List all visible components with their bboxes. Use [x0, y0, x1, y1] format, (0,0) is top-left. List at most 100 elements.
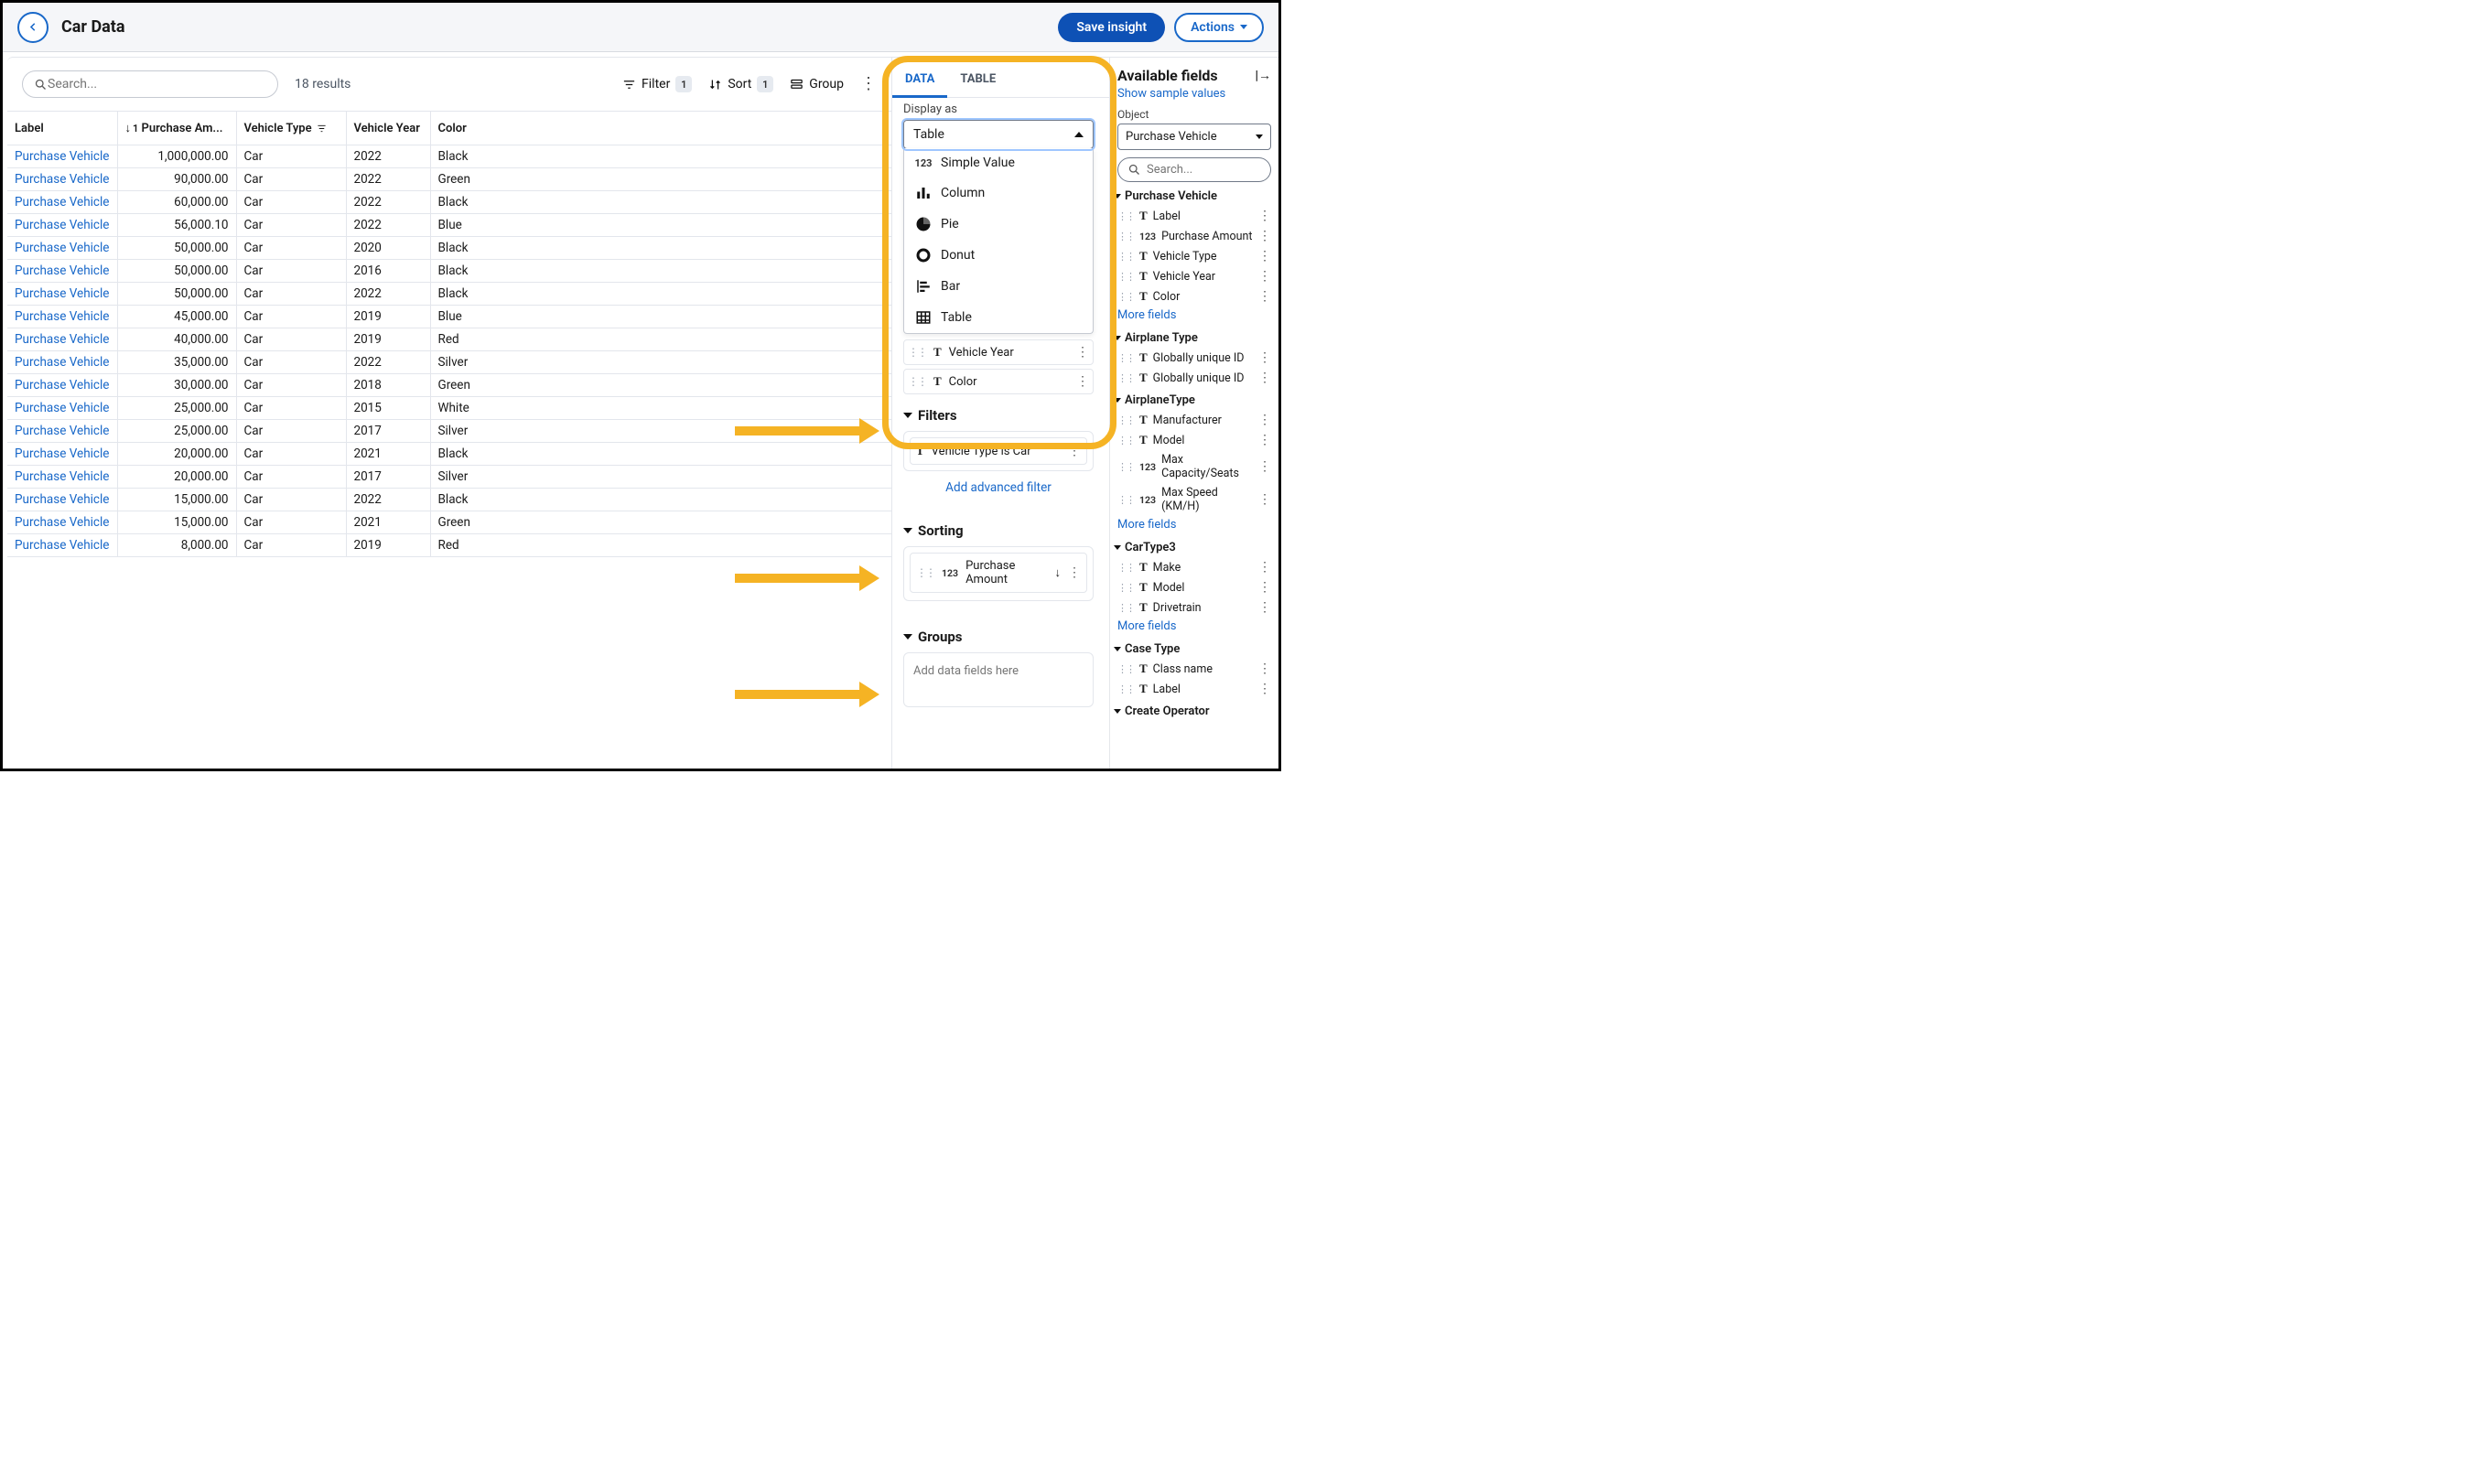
- drag-handle-icon[interactable]: ⋮⋮: [1117, 372, 1134, 384]
- filter-tool[interactable]: Filter 1: [622, 76, 692, 92]
- save-insight-button[interactable]: Save insight: [1058, 13, 1165, 42]
- field-menu[interactable]: ⋮: [1258, 269, 1271, 284]
- cell-label[interactable]: Purchase Vehicle: [7, 214, 117, 237]
- drag-handle-icon[interactable]: ⋮⋮: [1117, 683, 1134, 695]
- field-menu[interactable]: ⋮: [1258, 580, 1271, 595]
- cell-label[interactable]: Purchase Vehicle: [7, 260, 117, 283]
- field-group-header[interactable]: Purchase Vehicle: [1114, 189, 1271, 203]
- field-menu[interactable]: ⋮: [1258, 371, 1271, 385]
- field-menu[interactable]: ⋮: [1258, 413, 1271, 427]
- field-menu[interactable]: ⋮: [1258, 209, 1271, 223]
- fields-search-box[interactable]: [1117, 157, 1271, 182]
- add-advanced-filter-link[interactable]: Add advanced filter: [903, 480, 1094, 495]
- available-field[interactable]: ⋮⋮TLabel⋮: [1117, 679, 1271, 699]
- drag-handle-icon[interactable]: ⋮⋮: [1117, 602, 1134, 614]
- table-row[interactable]: Purchase Vehicle50,000.00Car2020Black: [7, 237, 891, 260]
- available-field[interactable]: ⋮⋮TDrivetrain⋮: [1117, 597, 1271, 618]
- available-field[interactable]: ⋮⋮TVehicle Type⋮: [1117, 246, 1271, 266]
- available-field[interactable]: ⋮⋮TClass name⋮: [1117, 659, 1271, 679]
- cell-label[interactable]: Purchase Vehicle: [7, 191, 117, 214]
- cell-label[interactable]: Purchase Vehicle: [7, 145, 117, 168]
- drag-handle-icon[interactable]: ⋮⋮: [908, 346, 926, 359]
- table-row[interactable]: Purchase Vehicle30,000.00Car2018Green: [7, 374, 891, 397]
- results-more-menu[interactable]: ⋮: [860, 76, 877, 92]
- drag-handle-icon[interactable]: ⋮⋮: [1117, 494, 1134, 506]
- show-sample-values-link[interactable]: Show sample values: [1117, 87, 1225, 101]
- available-field[interactable]: ⋮⋮TModel⋮: [1117, 577, 1271, 597]
- more-fields-link[interactable]: More fields: [1117, 518, 1176, 532]
- field-menu[interactable]: ⋮: [1258, 229, 1271, 243]
- available-field[interactable]: ⋮⋮TGlobally unique ID⋮: [1117, 348, 1271, 368]
- cell-label[interactable]: Purchase Vehicle: [7, 534, 117, 557]
- field-menu[interactable]: ⋮: [1258, 560, 1271, 575]
- drag-handle-icon[interactable]: ⋮⋮: [1117, 435, 1134, 446]
- filters-section[interactable]: Filters: [903, 407, 1094, 424]
- cell-label[interactable]: Purchase Vehicle: [7, 306, 117, 328]
- config-scroll[interactable]: Display as Table 123Simple ValueColumnPi…: [892, 93, 1105, 769]
- cell-label[interactable]: Purchase Vehicle: [7, 443, 117, 466]
- table-row[interactable]: Purchase Vehicle25,000.00Car2017Silver: [7, 420, 891, 443]
- field-menu[interactable]: ⋮: [1258, 289, 1271, 304]
- available-field[interactable]: ⋮⋮TModel⋮: [1117, 430, 1271, 450]
- search-input[interactable]: [48, 77, 266, 91]
- cell-label[interactable]: Purchase Vehicle: [7, 466, 117, 489]
- display-option-column[interactable]: Column: [904, 177, 1093, 209]
- field-menu[interactable]: ⋮: [1258, 492, 1271, 507]
- table-row[interactable]: Purchase Vehicle1,000,000.00Car2022Black: [7, 145, 891, 168]
- config-column-field[interactable]: ⋮⋮TColor⋮: [903, 369, 1094, 394]
- filter-item-menu[interactable]: ⋮: [1068, 444, 1081, 458]
- sort-direction-icon[interactable]: ↓: [1055, 565, 1062, 580]
- search-box[interactable]: [22, 70, 278, 98]
- table-row[interactable]: Purchase Vehicle60,000.00Car2022Black: [7, 191, 891, 214]
- more-fields-link[interactable]: More fields: [1117, 619, 1176, 633]
- field-menu[interactable]: ⋮: [1258, 459, 1271, 474]
- drag-handle-icon[interactable]: ⋮⋮: [908, 375, 926, 388]
- field-menu[interactable]: ⋮: [1258, 661, 1271, 676]
- field-group-header[interactable]: Case Type: [1114, 642, 1271, 656]
- available-field[interactable]: ⋮⋮123Max Speed (KM/H)⋮: [1117, 483, 1271, 516]
- sort-item-menu[interactable]: ⋮: [1068, 565, 1081, 580]
- field-menu[interactable]: ⋮: [1258, 249, 1271, 263]
- drag-handle-icon[interactable]: ⋮⋮: [1117, 352, 1134, 364]
- object-select[interactable]: Purchase Vehicle: [1117, 124, 1271, 150]
- available-field[interactable]: ⋮⋮TMake⋮: [1117, 557, 1271, 577]
- drag-handle-icon[interactable]: ⋮⋮: [1117, 582, 1134, 594]
- available-field[interactable]: ⋮⋮TManufacturer⋮: [1117, 410, 1271, 430]
- field-menu[interactable]: ⋮: [1258, 433, 1271, 447]
- fields-search-input[interactable]: [1147, 163, 1261, 177]
- table-row[interactable]: Purchase Vehicle50,000.00Car2016Black: [7, 260, 891, 283]
- display-option-simple[interactable]: 123Simple Value: [904, 148, 1093, 177]
- available-field[interactable]: ⋮⋮123Max Capacity/Seats⋮: [1117, 450, 1271, 483]
- table-row[interactable]: Purchase Vehicle35,000.00Car2022Silver: [7, 351, 891, 374]
- cell-label[interactable]: Purchase Vehicle: [7, 237, 117, 260]
- table-row[interactable]: Purchase Vehicle20,000.00Car2021Black: [7, 443, 891, 466]
- filter-item[interactable]: TVehicle Type is Car⋮: [910, 437, 1087, 465]
- field-menu[interactable]: ⋮: [1258, 682, 1271, 696]
- available-field[interactable]: ⋮⋮TVehicle Year⋮: [1117, 266, 1271, 286]
- table-row[interactable]: Purchase Vehicle90,000.00Car2022Green: [7, 168, 891, 191]
- available-field[interactable]: ⋮⋮123Purchase Amount⋮: [1117, 226, 1271, 246]
- display-option-table[interactable]: Table: [904, 302, 1093, 333]
- drag-handle-icon[interactable]: ⋮⋮: [1117, 210, 1134, 222]
- drag-handle-icon[interactable]: ⋮⋮: [1117, 271, 1134, 283]
- drag-handle-icon[interactable]: ⋮⋮: [1117, 663, 1134, 675]
- display-option-bar[interactable]: Bar: [904, 271, 1093, 302]
- cell-label[interactable]: Purchase Vehicle: [7, 168, 117, 191]
- cell-label[interactable]: Purchase Vehicle: [7, 283, 117, 306]
- available-field[interactable]: ⋮⋮TLabel⋮: [1117, 206, 1271, 226]
- col-header-color[interactable]: Color: [430, 112, 891, 145]
- drag-handle-icon[interactable]: ⋮⋮: [1117, 291, 1134, 303]
- col-header-vtype[interactable]: Vehicle Type: [236, 112, 346, 145]
- table-row[interactable]: Purchase Vehicle15,000.00Car2021Green: [7, 511, 891, 534]
- drag-handle-icon[interactable]: ⋮⋮: [916, 566, 934, 579]
- drag-handle-icon[interactable]: ⋮⋮: [1117, 414, 1134, 426]
- field-group-header[interactable]: Airplane Type: [1114, 331, 1271, 345]
- col-header-label[interactable]: Label: [7, 112, 117, 145]
- tab-table[interactable]: TABLE: [947, 63, 1008, 97]
- config-column-field[interactable]: ⋮⋮TVehicle Year⋮: [903, 339, 1094, 365]
- cell-label[interactable]: Purchase Vehicle: [7, 374, 117, 397]
- cell-label[interactable]: Purchase Vehicle: [7, 397, 117, 420]
- table-row[interactable]: Purchase Vehicle20,000.00Car2017Silver: [7, 466, 891, 489]
- table-row[interactable]: Purchase Vehicle40,000.00Car2019Red: [7, 328, 891, 351]
- drag-handle-icon[interactable]: ⋮⋮: [1117, 251, 1134, 263]
